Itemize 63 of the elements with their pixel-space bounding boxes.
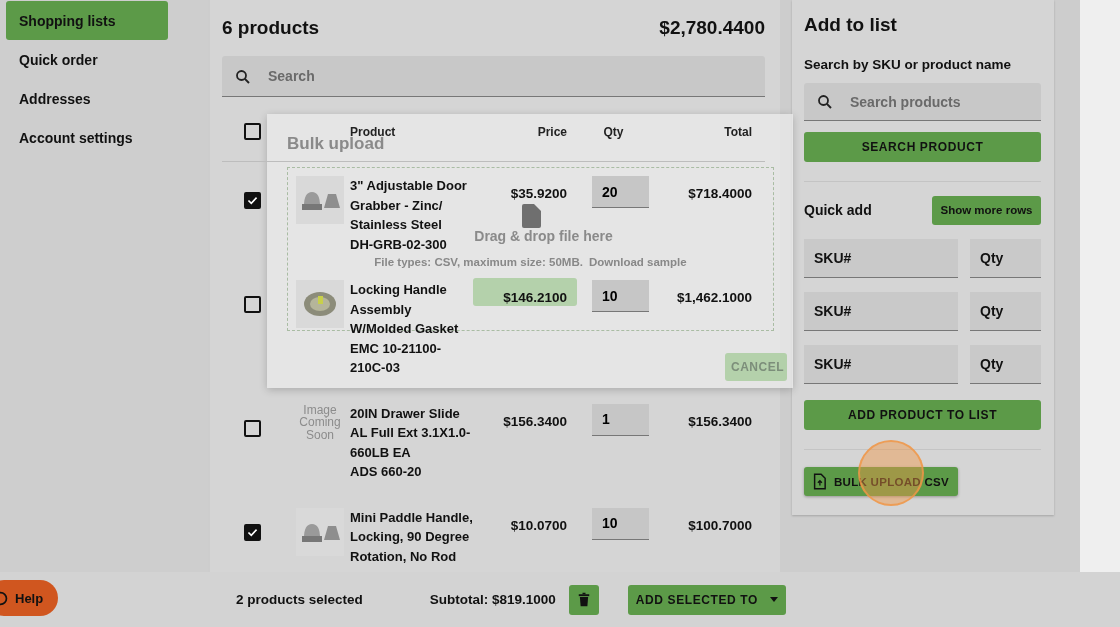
product-name: Mini Paddle Handle, Locking, 90 Degree Rotation, No Rod [350, 508, 474, 566]
price: $10.0700 [510, 517, 567, 533]
checkbox[interactable] [243, 296, 261, 313]
sku-input[interactable]: SKU# [804, 292, 958, 331]
nav-item[interactable]: Account settings [6, 118, 168, 157]
sku-input[interactable]: SKU# [804, 239, 958, 278]
search-product-button[interactable]: SEARCH PRODUCT [804, 132, 1041, 162]
price: $146.2100 [503, 290, 567, 305]
product-name: Locking Handle Assembly W/Molded Gasket [350, 281, 460, 338]
product-sku: ADS 660-20 [350, 463, 422, 481]
checkbox[interactable] [243, 123, 261, 140]
qty-input[interactable]: Qty [970, 345, 1041, 384]
line-total: $100.7000 [688, 517, 752, 533]
nav-item[interactable]: Shopping lists [6, 1, 168, 40]
search-label: Search by SKU or product name [804, 57, 1013, 72]
product-name: 3" Adjustable Door Grabber - Zinc/ Stainless Steel [350, 177, 468, 234]
qty-input[interactable]: 20 [592, 176, 649, 208]
search-icon [816, 93, 834, 111]
qty-input[interactable]: 10 [592, 280, 649, 312]
trash-icon [577, 592, 590, 607]
panel-title: Add to list [804, 14, 898, 37]
qty-input[interactable]: 1 [592, 403, 649, 436]
subtotal: Subtotal: $819.1000 [429, 592, 556, 607]
show-more-rows-button[interactable]: Show more rows [932, 195, 1041, 225]
download-sample-link[interactable]: Download sample [588, 256, 687, 268]
nav-item[interactable]: Addresses [6, 79, 168, 118]
product-name: 20IN Drawer Slide AL Full Ext 3.1X1.0-660LB EA [350, 404, 472, 462]
checkbox[interactable] [243, 192, 261, 209]
product-search-field[interactable]: Search products [804, 83, 1041, 121]
file-icon [520, 204, 541, 228]
column-header: Total [723, 125, 752, 139]
search-icon [234, 67, 252, 86]
column-header: Price [536, 125, 567, 139]
search-field[interactable]: Search [222, 56, 765, 97]
line-total: $718.4000 [688, 186, 752, 201]
file-hint: File types: CSV, maximum size: 50MB. [374, 256, 583, 268]
column-header: Qty [602, 125, 625, 139]
selection-count: 2 products selected [236, 592, 363, 607]
list-total: $2,780.4400 [659, 17, 765, 39]
upload-button[interactable] [472, 278, 577, 306]
help-button[interactable]: Help [0, 580, 58, 616]
price: $35.9200 [510, 186, 567, 201]
qty-input[interactable]: 10 [592, 507, 649, 540]
price: $156.3400 [503, 413, 567, 429]
product-sku: DH-GRB-02-300 [350, 235, 447, 254]
product-sku: EMC 10-21100-210C-03 [350, 339, 443, 377]
file-upload-icon [813, 473, 826, 490]
drop-text: Drag & drop file here [474, 228, 613, 244]
checkbox[interactable] [243, 523, 261, 541]
quick-add-title: Quick add [804, 202, 872, 218]
sku-input[interactable]: SKU# [804, 345, 958, 384]
qty-input[interactable]: Qty [970, 292, 1041, 331]
delete-button[interactable] [568, 584, 599, 615]
line-total: $1,462.1000 [676, 290, 752, 305]
line-total: $156.3400 [688, 413, 752, 429]
add-selected-button[interactable]: ADD SELECTED TO [627, 584, 786, 615]
product-count: 6 products [222, 17, 320, 39]
checkbox[interactable] [243, 419, 261, 437]
nav-item[interactable]: Quick order [6, 40, 168, 79]
no-image-text: Image Coming Soon [298, 403, 342, 442]
caret-icon [769, 597, 778, 602]
add-product-button[interactable]: ADD PRODUCT TO LIST [804, 400, 1041, 430]
qty-input[interactable]: Qty [970, 239, 1041, 278]
